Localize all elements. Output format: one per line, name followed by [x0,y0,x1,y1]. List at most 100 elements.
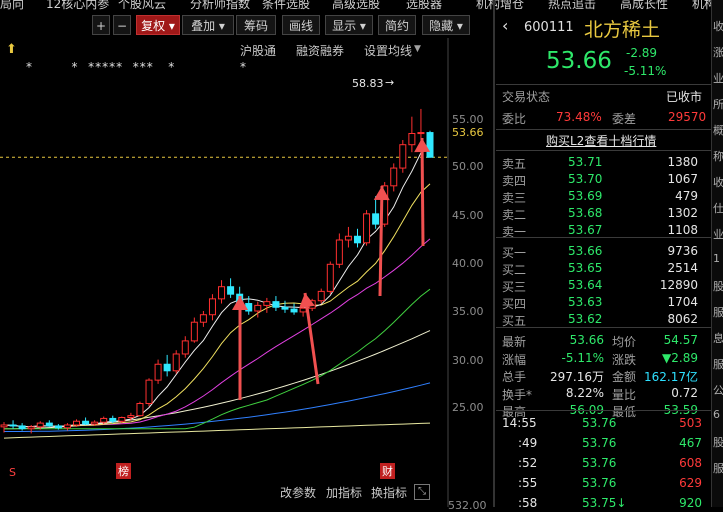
top-menu-item[interactable]: 高级选股 [332,0,380,10]
toolbar-button[interactable]: 显示 ▾ [325,15,373,35]
high-mark-arrow-icon: → [385,76,395,89]
y-axis-label: 40.00 [452,257,484,270]
edge-char: 所 [713,98,723,111]
book-level-label: 买一 [502,246,527,260]
y-axis-label: 30.00 [452,354,484,367]
book-price: 53.70 [568,172,603,186]
candle-body [118,417,126,422]
book-level-label: 卖四 [502,174,527,188]
status-value: 已收市 [666,90,703,104]
book-volume: 1108 [667,223,698,237]
switch-indicator-button[interactable]: 换指标 [371,484,407,501]
weibi-value: 73.48% [556,110,602,124]
tag-bang[interactable]: 榜 [116,463,131,479]
buy-l2-link[interactable]: 购买L2查看十档行情 [546,132,656,149]
panel-divider [493,0,495,507]
candle-body [372,213,380,225]
top-menu-item[interactable]: 条件选股 [262,0,310,10]
tag-s[interactable]: S [9,466,16,479]
candle-body [9,424,17,427]
toolbar-button[interactable]: + [92,15,110,35]
expand-icon[interactable]: ⤡ [414,484,430,500]
high-mark-label: 58.83 [352,77,384,90]
edge-char: 业 [713,228,723,241]
top-menu-item[interactable]: 分析师指数 [190,0,250,10]
stat-value: -5.11% [561,350,604,365]
edge-char: 收 [713,20,723,33]
stat-label: 均价 [612,335,637,349]
stat-label: 涨跌 [612,352,637,367]
book-volume: 8062 [667,312,698,326]
tag-cai[interactable]: 财 [380,463,395,479]
separator [496,129,711,130]
toolbar-button[interactable]: 筹码 [236,15,276,35]
stat-value: 54.57 [663,333,698,347]
candle-body [417,132,425,135]
candle-body [426,132,434,158]
edge-char: 服 [713,462,723,475]
top-menu-item[interactable]: 热点追击 [548,0,596,10]
annotation-arrow [378,185,384,297]
change-params-button[interactable]: 改参数 [280,484,316,501]
toolbar-button[interactable]: 画线 [282,15,320,35]
candle-body [299,307,307,313]
edge-char: 1 [713,252,720,265]
tick-price: 53.76 [582,476,617,490]
candle-body [208,298,216,316]
book-level-label: 卖五 [502,157,527,171]
edge-char: 涨 [713,46,723,59]
top-menu-item[interactable]: 12核心内参 [46,0,109,10]
top-menu-item[interactable]: 个股风云 [118,0,166,10]
candle-body [390,167,398,187]
toolbar-button[interactable]: − [113,15,131,35]
top-menu-item[interactable]: 高成长性 [620,0,668,10]
book-price: 53.67 [568,223,603,237]
candle-body [353,235,361,244]
separator [496,327,711,328]
chart-toolbar: + − 复权 ▾ 叠加 ▾ 筹码 画线 显示 ▾ 简约 隐藏 ▾ [0,12,490,38]
tick-volume: 629 [679,476,702,490]
stat-value: 0.72 [671,385,698,400]
candle-body [154,363,162,381]
tick-price: 53.76 [582,456,617,470]
toolbar-button[interactable]: 叠加 ▾ [182,15,234,35]
edge-char: 服 [713,358,723,371]
add-indicator-button[interactable]: 加指标 [326,484,362,501]
book-level-label: 卖二 [502,208,527,222]
ma30-line [4,288,431,430]
edge-char: 息 [713,332,723,345]
tick-time: :52 [518,456,538,470]
y-axis-label: 35.00 [452,305,484,318]
toolbar-button[interactable]: 简约 [378,15,416,35]
toolbar-button[interactable]: 隐藏 ▾ [422,15,470,35]
candle-body [326,263,334,292]
candle-body [408,133,416,146]
stat-value: 53.66 [569,333,604,347]
top-menu-item[interactable]: 局向 [0,0,24,10]
tick-time: 14:55 [502,416,537,430]
toolbar-button[interactable]: 复权 ▾ [136,15,180,35]
stock-price: 53.66 [546,48,612,74]
weicha-label: 委差 [612,112,637,126]
separator [496,150,711,151]
book-price: 53.69 [568,189,603,203]
kline-chart-panel[interactable]: ⬆ 沪股通 融资融券 设置均线 ▼ * * ***** *** * * 58.8… [0,38,493,512]
book-level-label: 买四 [502,297,527,311]
candle-body [127,415,135,419]
status-label: 交易状态 [502,90,551,104]
book-volume: 1067 [667,172,698,186]
edge-char: 称 [713,150,723,163]
y-axis-label: 25.00 [452,401,484,414]
edge-char: 业 [713,72,723,85]
candle-body [199,314,207,323]
candle-body [290,308,298,313]
top-menu-item[interactable]: 机构增仓 [476,0,524,10]
candle-body [136,402,144,417]
candle-body [399,144,407,169]
candle-body [145,379,153,404]
kline-svg [0,38,449,507]
stat-label: 换手* [502,387,533,402]
candle-body [109,417,117,422]
back-chevron-icon[interactable]: ‹ [502,16,508,35]
top-menu-item[interactable]: 选股器 [406,0,442,10]
